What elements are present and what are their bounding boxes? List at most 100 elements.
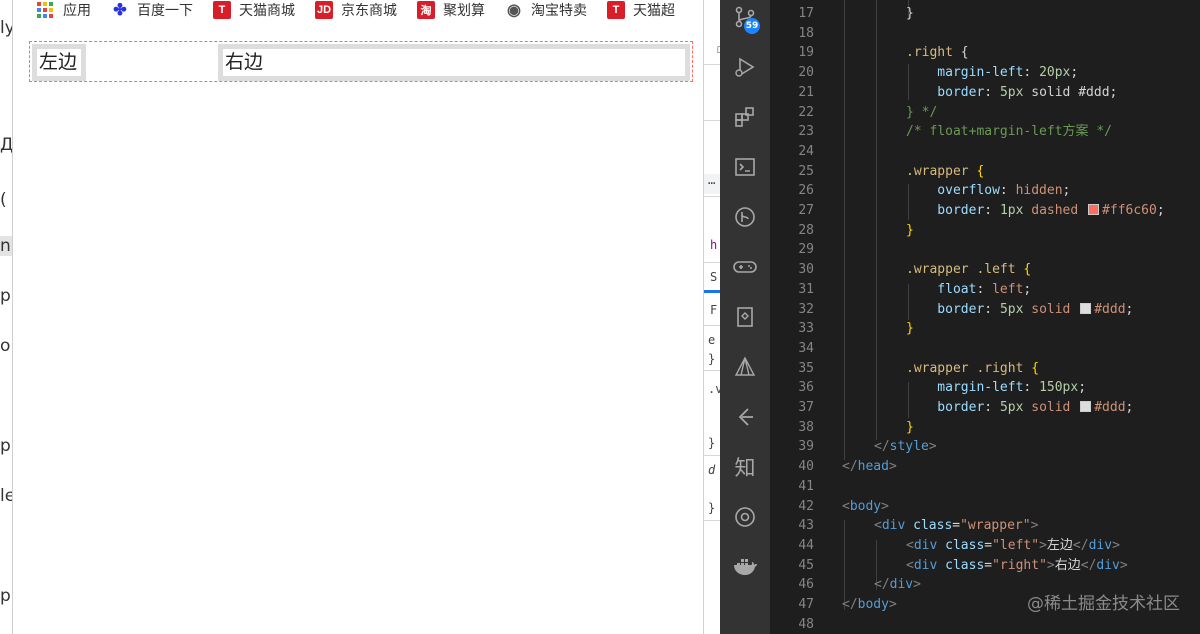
sliver-char: Д [0,135,13,155]
sliver-char: p [0,436,11,456]
code-line: 21 border: 5px solid #ddd; [770,83,1200,103]
code-token: div [1096,557,1120,573]
book-icon[interactable] [730,302,760,332]
code-token: hidden [1015,183,1063,199]
bookmark-label: 天猫超 [633,3,675,19]
code-token: 5px [999,84,1024,100]
color-swatch [1080,401,1092,412]
line-number: 43 [798,518,814,534]
code-line: 32 border: 5px solid #ddd; [770,300,1200,320]
code-token: > [888,597,897,612]
code-token: : [984,400,1000,415]
color-swatch [1088,204,1100,215]
devtools-text: } [708,436,716,450]
code-line: 36 margin-left: 150px; [770,378,1200,398]
bookmark-taobao-sale[interactable]: ◉ 淘宝特卖 [505,0,587,20]
line-number: 19 [798,45,814,61]
sliver-char: o [0,336,11,356]
line-number: 33 [798,321,814,337]
bookmark-apps[interactable]: 应用 [37,0,91,20]
devtools-text: } [708,352,716,366]
code-line: 37 border: 5px solid #ddd; [770,398,1200,418]
code-token: #ff6c60 [1102,203,1157,218]
code-token: 左边 [1046,537,1073,553]
line-number: 40 [798,459,814,475]
code-token: head [857,459,889,475]
code-token: margin-left [906,380,1024,396]
triangle-tool-icon[interactable] [730,352,760,382]
color-swatch [1080,302,1092,314]
bookmark-jd[interactable]: JD 京东商城 [315,0,397,20]
line-code: } [906,4,914,24]
tmall-icon: T [213,1,231,19]
code-token: solid [1023,301,1079,317]
line-code: border: 5px solid #ddd; [906,83,1117,103]
code-line: 30 .wrapper .left { [770,260,1200,280]
code-token: { [1015,262,1032,278]
line-number: 42 [798,498,814,514]
scm-count-badge: 59 [744,18,760,34]
code-line: 25 .wrapper { [770,162,1200,182]
code-line: 24 [770,142,1200,162]
devtools-text: } [708,501,716,515]
line-code: <div class="right">右边</div> [906,556,1128,576]
docker-icon[interactable] [730,552,760,582]
sliver-char: n [0,236,12,256]
code-token: } [906,6,914,21]
code-token: left [992,281,1024,297]
bookmark-baidu[interactable]: ✤ 百度一下 [111,0,193,20]
code-token: > [1112,537,1120,553]
more-icon[interactable]: ⋯ [708,176,715,190]
git-graph-icon[interactable] [730,202,760,232]
line-code: .wrapper .right { [906,359,1039,379]
line-number: 30 [798,262,814,278]
devtools-text: h [710,238,718,252]
code-token: body [849,498,882,514]
code-line: 19 .right { [770,43,1200,63]
line-number: 21 [798,84,814,100]
line-code: .right { [906,43,969,63]
code-line: 40 </head> [770,457,1200,477]
code-token: ; [1156,203,1165,218]
code-token: </ [1072,537,1089,553]
code-token: < [874,518,882,534]
code-token: style [889,439,929,455]
code-token: div [1088,537,1113,553]
devtools-tab-styles[interactable]: S [710,270,717,284]
terminal-icon[interactable] [730,152,760,182]
line-code: <div class="wrapper"> [874,516,1038,536]
code-token: border [906,84,985,100]
line-number: 26 [798,183,814,199]
zhihu-icon[interactable]: 知 [730,452,760,482]
bookmark-label: 天猫商城 [239,3,295,19]
left-box: 左边 [32,44,86,81]
code-token: dashed [1023,203,1087,218]
sliver-char: p [0,286,11,306]
code-editor[interactable]: 17} 18 19 .right {20 margin-left: 20px; 21 b… [770,0,1200,634]
gamepad-icon[interactable] [730,252,760,282]
baidu-paw-icon: ✤ [113,2,127,19]
code-token: </ [842,459,858,475]
code-line: 31 float: left; [770,280,1200,300]
record-icon[interactable] [730,502,760,532]
code-line: 48 [770,615,1200,634]
bookmarks-bar: 应用 ✤ 百度一下 T 天猫商城 JD 京东商城 淘 聚划算 ◉ 淘宝特卖 T … [13,0,703,20]
code-token: { [968,163,985,179]
extensions-icon[interactable] [730,102,760,132]
bookmark-tmall[interactable]: T 天猫商城 [213,0,295,20]
tmall-icon: T [607,1,625,19]
bookmark-tmall-super[interactable]: T 天猫超 [607,0,675,20]
leetcode-icon[interactable] [730,402,760,432]
line-number: 47 [798,597,814,612]
run-debug-icon[interactable] [730,52,760,82]
line-code: <body> [842,497,889,517]
globe-icon: ◉ [507,2,521,19]
sliver-char: le [0,486,12,506]
bookmark-juhuasuan[interactable]: 淘 聚划算 [417,0,485,20]
code-token: } [906,321,914,337]
code-token: overflow [906,183,1000,199]
sliver-char: p [0,586,11,606]
code-line: 29 [770,240,1200,260]
devtools-filter[interactable]: F [710,303,717,317]
code-token: div [913,537,938,553]
